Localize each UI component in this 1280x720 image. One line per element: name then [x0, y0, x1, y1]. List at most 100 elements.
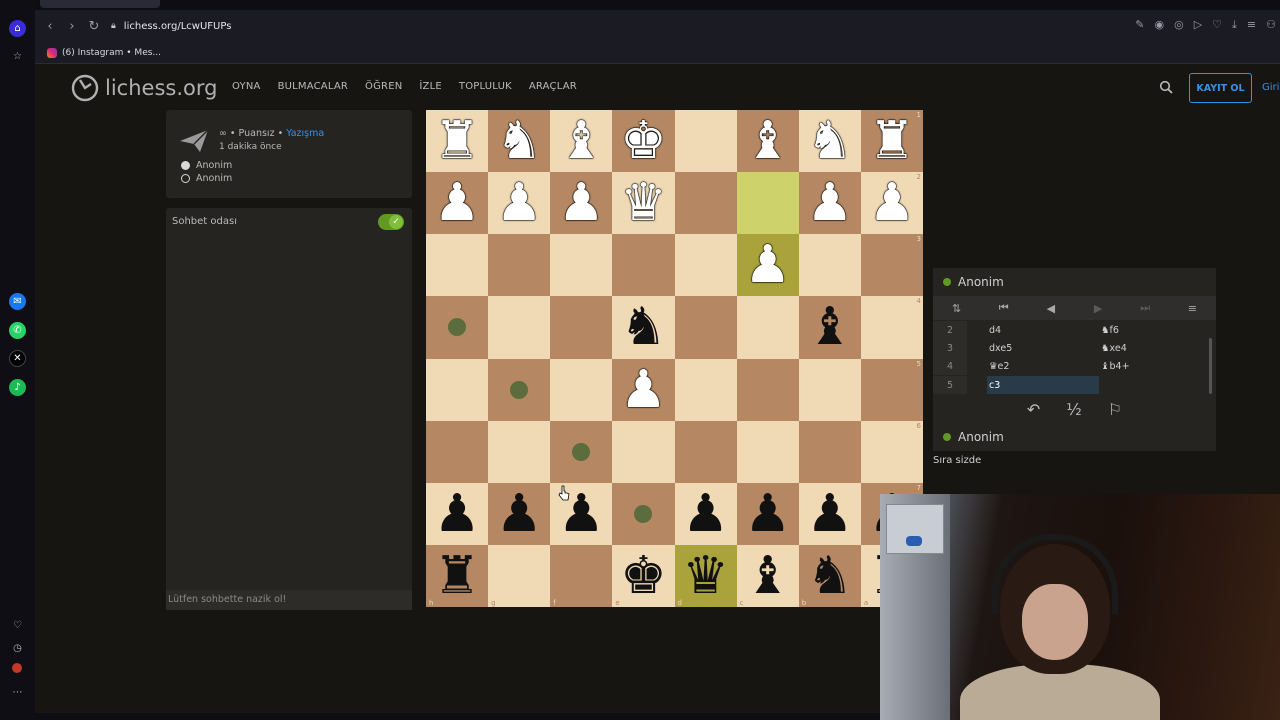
- board-square[interactable]: [798, 420, 861, 483]
- black-bishop-icon[interactable]: ♝: [807, 301, 854, 353]
- signin-link[interactable]: Giri: [1262, 82, 1279, 93]
- white-pawn-icon[interactable]: ♟: [869, 177, 916, 229]
- black-knight-icon[interactable]: ♞: [807, 550, 854, 602]
- white-rook-icon[interactable]: ♜: [434, 115, 481, 167]
- search-icon[interactable]: [1159, 80, 1173, 94]
- move-white[interactable]: dxe5: [987, 339, 1099, 357]
- board-square[interactable]: ♟: [488, 482, 551, 545]
- board-square[interactable]: 4: [860, 296, 923, 359]
- opponent-name[interactable]: Anonim: [958, 275, 1004, 289]
- black-pawn-icon[interactable]: ♟: [807, 488, 854, 540]
- white-knight-icon[interactable]: ♞: [807, 115, 854, 167]
- board-square[interactable]: [550, 358, 613, 421]
- white-rook-icon[interactable]: ♜: [869, 115, 916, 167]
- board-square[interactable]: ♝ c: [736, 544, 799, 607]
- chat-input[interactable]: Lütfen sohbette nazik ol!: [166, 590, 412, 610]
- resign-flag-icon[interactable]: ⚐: [1108, 400, 1122, 419]
- move-black[interactable]: [1099, 376, 1211, 394]
- legal-move-dot[interactable]: [510, 380, 529, 399]
- black-pawn-icon[interactable]: ♟: [496, 488, 543, 540]
- legal-move-dot[interactable]: [572, 442, 591, 461]
- board-square[interactable]: 6: [860, 420, 923, 483]
- move-black[interactable]: ♞xe4: [1099, 339, 1211, 357]
- board-square[interactable]: ♛ d: [674, 544, 737, 607]
- move-white[interactable]: ♛e2: [987, 357, 1099, 375]
- black-pawn-icon[interactable]: ♟: [744, 488, 791, 540]
- board-square[interactable]: ♚: [612, 110, 675, 173]
- board-square[interactable]: [612, 234, 675, 297]
- black-queen-icon[interactable]: ♛: [682, 550, 729, 602]
- black-pawn-icon[interactable]: ♟: [682, 488, 729, 540]
- board-square[interactable]: [674, 172, 737, 235]
- board-square[interactable]: [426, 234, 489, 297]
- nav-community[interactable]: TOPLULUK: [459, 81, 512, 92]
- nav-watch[interactable]: İZLE: [419, 81, 442, 92]
- board-square[interactable]: [426, 358, 489, 421]
- board-square[interactable]: [612, 482, 675, 545]
- player-white[interactable]: Anonim: [181, 160, 232, 171]
- chat-toggle[interactable]: ✓: [378, 214, 404, 230]
- board-square[interactable]: ♟: [736, 482, 799, 545]
- board-square[interactable]: [488, 234, 551, 297]
- board-square[interactable]: ♟: [798, 172, 861, 235]
- board-square[interactable]: [798, 358, 861, 421]
- board-square[interactable]: ♜: [426, 110, 489, 173]
- white-king-icon[interactable]: ♚: [620, 115, 667, 167]
- board-square[interactable]: [736, 296, 799, 359]
- board-square[interactable]: ♟ 2: [860, 172, 923, 235]
- takeback-icon[interactable]: ↶: [1027, 400, 1040, 419]
- move-list-scrollbar[interactable]: [1209, 338, 1212, 394]
- menu-icon[interactable]: ≡: [1247, 18, 1256, 32]
- board-square[interactable]: [426, 296, 489, 359]
- first-move-icon[interactable]: ⏮: [989, 301, 1019, 315]
- star-icon[interactable]: ☆: [9, 48, 26, 65]
- board-square[interactable]: ♟: [736, 234, 799, 297]
- white-pawn-icon[interactable]: ♟: [807, 177, 854, 229]
- board-square[interactable]: ♜ 1: [860, 110, 923, 173]
- board-square[interactable]: [674, 110, 737, 173]
- legal-move-dot[interactable]: [448, 318, 467, 337]
- board-square[interactable]: ♝: [736, 110, 799, 173]
- board-square[interactable]: ♝: [550, 110, 613, 173]
- white-queen-icon[interactable]: ♛: [620, 177, 667, 229]
- board-square[interactable]: ♟: [798, 482, 861, 545]
- whatsapp-icon[interactable]: ✆: [9, 322, 26, 339]
- extension-icon[interactable]: ◎: [1174, 18, 1184, 32]
- board-square[interactable]: [674, 296, 737, 359]
- board-square[interactable]: [612, 420, 675, 483]
- board-square[interactable]: [550, 234, 613, 297]
- white-pawn-icon[interactable]: ♟: [496, 177, 543, 229]
- move-white-current[interactable]: c3: [987, 376, 1099, 394]
- black-pawn-icon[interactable]: ♟: [434, 488, 481, 540]
- board-square[interactable]: [488, 420, 551, 483]
- board-square[interactable]: g: [488, 544, 551, 607]
- messenger-icon[interactable]: ✉: [9, 293, 26, 310]
- board-square[interactable]: ♟: [550, 172, 613, 235]
- reload-icon[interactable]: ↻: [83, 19, 105, 34]
- board-square[interactable]: ♟: [426, 482, 489, 545]
- board-square[interactable]: [426, 420, 489, 483]
- board-square[interactable]: ♟: [674, 482, 737, 545]
- player-name[interactable]: Anonim: [958, 430, 1004, 444]
- edit-icon[interactable]: ✎: [1135, 18, 1144, 32]
- board-square[interactable]: ♟: [426, 172, 489, 235]
- profile-icon[interactable]: ⚇: [1266, 18, 1276, 32]
- board-square[interactable]: ♞: [612, 296, 675, 359]
- adblock-icon[interactable]: [12, 663, 22, 673]
- nav-tools[interactable]: ARAÇLAR: [529, 81, 577, 92]
- x-icon[interactable]: ✕: [9, 350, 26, 367]
- black-bishop-icon[interactable]: ♝: [744, 550, 791, 602]
- board-square[interactable]: ♟: [488, 172, 551, 235]
- board-square[interactable]: 3: [860, 234, 923, 297]
- board-square[interactable]: ♞: [488, 110, 551, 173]
- download-icon[interactable]: ⤓: [1232, 18, 1237, 32]
- board-square[interactable]: [488, 296, 551, 359]
- board-square[interactable]: [798, 234, 861, 297]
- offer-draw-button[interactable]: ½: [1066, 400, 1082, 419]
- nav-puzzles[interactable]: BULMACALAR: [278, 81, 348, 92]
- white-pawn-icon[interactable]: ♟: [558, 177, 605, 229]
- home-icon[interactable]: ⌂: [9, 20, 26, 37]
- spotify-icon[interactable]: ♪: [9, 379, 26, 396]
- board-square[interactable]: ♝: [798, 296, 861, 359]
- prev-move-icon[interactable]: ◀: [1036, 302, 1066, 315]
